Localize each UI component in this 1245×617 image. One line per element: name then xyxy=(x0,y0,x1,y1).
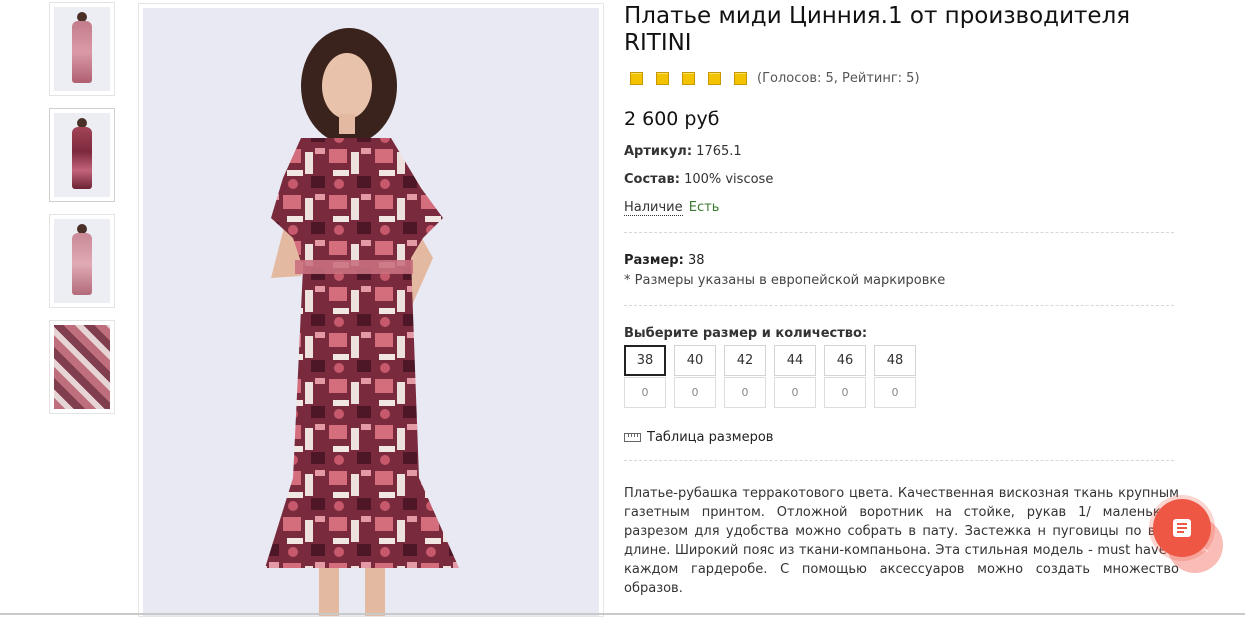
star-icon[interactable] xyxy=(708,71,721,85)
size-table-link[interactable]: Таблица размеров xyxy=(624,430,1179,445)
composition-value: 100% viscose xyxy=(684,172,774,187)
article-row: Артикул: 1765.1 xyxy=(624,144,1179,159)
size-selector: 38 40 42 44 46 48 xyxy=(624,345,1179,376)
size-option[interactable]: 44 xyxy=(774,345,816,376)
thumbnail-image xyxy=(54,325,110,409)
quantity-field[interactable] xyxy=(624,377,666,408)
size-option[interactable]: 42 xyxy=(724,345,766,376)
star-icon[interactable] xyxy=(656,71,669,85)
size-table-label: Таблица размеров xyxy=(647,430,774,445)
size-option[interactable]: 40 xyxy=(674,345,716,376)
size-option[interactable]: 46 xyxy=(824,345,866,376)
thumbnail-image xyxy=(54,219,110,303)
size-info: Размер: 38 * Размеры указаны в европейск… xyxy=(624,253,1179,288)
quantity-field[interactable] xyxy=(824,377,866,408)
size-label: Размер: xyxy=(624,253,684,268)
star-icon[interactable] xyxy=(630,71,643,85)
thumbnail-image xyxy=(54,7,110,91)
price: 2 600 руб xyxy=(624,108,720,130)
size-note: * Размеры указаны в европейской маркиров… xyxy=(624,273,946,288)
thumbnail-1[interactable] xyxy=(49,2,115,96)
article-value: 1765.1 xyxy=(696,144,742,159)
thumbnail-gallery xyxy=(49,2,115,426)
size-option[interactable]: 48 xyxy=(874,345,916,376)
ruler-icon xyxy=(624,433,641,442)
availability-link[interactable]: Наличие xyxy=(624,200,683,216)
product-info: Платье миди Цинния.1 от производителя RI… xyxy=(624,0,1179,598)
quantity-field[interactable] xyxy=(774,377,816,408)
thumbnail-4[interactable] xyxy=(49,320,115,414)
rating-row: (Голосов: 5, Рейтинг: 5) xyxy=(624,69,1179,87)
quantity-field[interactable] xyxy=(874,377,916,408)
composition-label: Состав: xyxy=(624,172,680,187)
rating-text: (Голосов: 5, Рейтинг: 5) xyxy=(757,70,920,86)
composition-row: Состав: 100% viscose xyxy=(624,172,1179,187)
choose-size-label: Выберите размер и количество: xyxy=(624,326,868,341)
product-title: Платье миди Цинния.1 от производителя RI… xyxy=(624,3,1131,56)
availability-row: Наличие Есть xyxy=(624,200,1179,216)
thumbnail-3[interactable] xyxy=(49,214,115,308)
quantity-field[interactable] xyxy=(674,377,716,408)
quantity-inputs xyxy=(624,377,1179,408)
quantity-field[interactable] xyxy=(724,377,766,408)
availability-status: Есть xyxy=(688,200,720,215)
article-label: Артикул: xyxy=(624,144,693,159)
feedback-button[interactable] xyxy=(1153,499,1211,557)
size-option[interactable]: 38 xyxy=(624,345,666,376)
divider xyxy=(624,305,1174,306)
main-product-image[interactable] xyxy=(138,3,604,617)
divider xyxy=(624,232,1174,233)
thumbnail-2[interactable] xyxy=(49,108,115,202)
product-description: Платье-рубашка терракотового цвета. Каче… xyxy=(624,486,1179,596)
divider xyxy=(624,460,1174,461)
document-lines-icon xyxy=(1173,519,1191,537)
thumbnail-image xyxy=(54,113,110,197)
star-icon[interactable] xyxy=(682,71,695,85)
size-value: 38 xyxy=(687,253,705,268)
star-icon[interactable] xyxy=(734,71,747,85)
